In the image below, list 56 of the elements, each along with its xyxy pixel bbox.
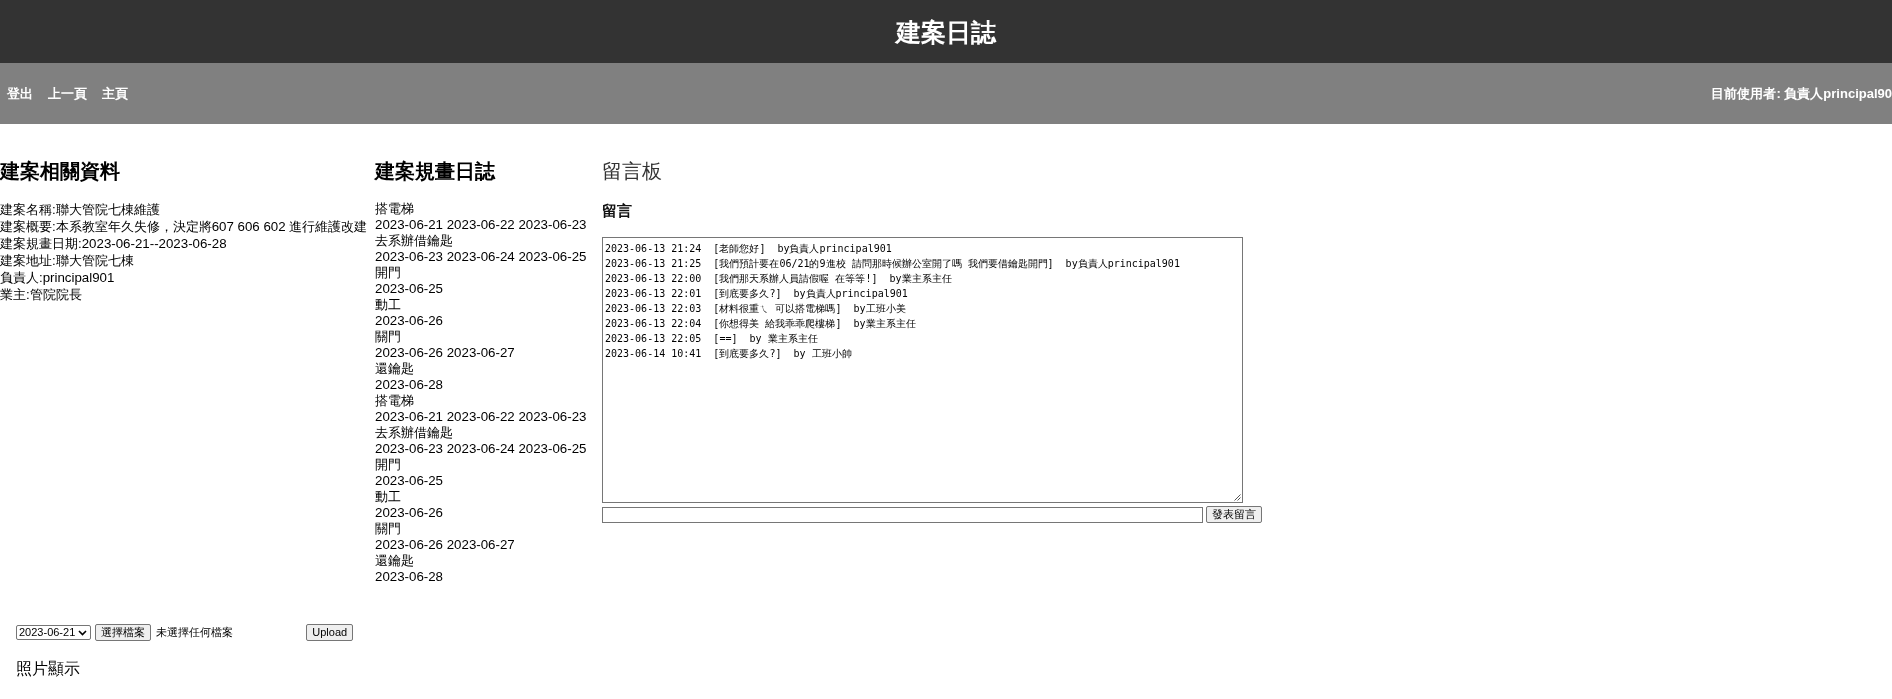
task-dates: 2023-06-25 (375, 473, 445, 489)
task-dates: 2023-06-25 (375, 281, 445, 297)
task-name: 還鑰匙 (375, 361, 415, 377)
task-name: 關門 (375, 329, 402, 345)
nav-link[interactable]: 登出 (7, 85, 33, 102)
task-name: 搭電梯 (375, 393, 415, 409)
photo-heading: 照片顯示 (16, 659, 81, 679)
message-line: 2023-06-13 21:24 [老師您好] by負責人principal901 (605, 242, 893, 256)
message-line: 2023-06-13 21:25 [我們預計要在06/21的9進校 請問那時候辦公室開了嗎 我們要借鑰匙開門] by負責人principal901 (605, 257, 1181, 271)
section-heading: 建案規畫日誌 (375, 159, 497, 183)
board-subheading: 留言 (602, 202, 633, 220)
choose-file-button[interactable]: 選擇檔案 (95, 624, 152, 641)
task-name: 動工 (375, 297, 402, 313)
board-heading: 留言板 (602, 159, 663, 183)
message-input[interactable] (602, 506, 1203, 523)
task-name: 去系辦借鑰匙 (375, 425, 454, 441)
message-line: 2023-06-13 22:01 [到底要多久?] by負責人principal901 (605, 287, 909, 301)
message-line: 2023-06-13 22:04 [你想得美 給我乖乖爬樓梯] by業主系主任 (605, 317, 917, 331)
nav-link[interactable]: 主頁 (102, 85, 128, 102)
task-dates: 2023-06-23 2023-06-24 2023-06-25 (375, 441, 588, 457)
message-line: 2023-06-13 22:05 [==] by 業主系主任 (605, 332, 819, 346)
info-line: 建案概要:本系教室年久失修，決定將607 606 602 進行維護改建 (0, 218, 369, 235)
task-name: 搭電梯 (375, 201, 415, 217)
nav-link[interactable]: 上一頁 (48, 85, 87, 102)
task-dates: 2023-06-26 2023-06-27 (375, 345, 516, 361)
task-dates: 2023-06-26 (375, 505, 445, 521)
upload-button[interactable]: Upload (306, 624, 354, 641)
message-line: 2023-06-14 10:41 [到底要多久?] by 工班小帥 (605, 347, 853, 361)
info-line: 建案規畫日期:2023-06-21--2023-06-28 (0, 235, 228, 252)
task-name: 去系辦借鑰匙 (375, 233, 454, 249)
post-message-button[interactable]: 發表留言 (1206, 506, 1262, 523)
task-name: 開門 (375, 265, 402, 281)
task-name: 動工 (375, 489, 402, 505)
task-name: 還鑰匙 (375, 553, 415, 569)
info-line: 建案名稱:聯大管院七棟維護 (0, 201, 161, 218)
resize-grip-icon (1233, 493, 1241, 501)
task-dates: 2023-06-28 (375, 569, 445, 585)
info-line: 負責人:principal901 (0, 269, 116, 286)
task-dates: 2023-06-28 (375, 377, 445, 393)
task-name: 開門 (375, 457, 402, 473)
task-name: 關門 (375, 521, 402, 537)
info-line: 建案地址:聯大管院七棟 (0, 252, 135, 269)
chevron-down-icon (78, 629, 88, 636)
date-select[interactable]: 2023-06-21 (16, 625, 92, 640)
page-title: 建案日誌 (896, 16, 996, 47)
task-dates: 2023-06-26 2023-06-27 (375, 537, 516, 553)
message-log[interactable] (602, 237, 1243, 503)
message-line: 2023-06-13 22:03 [材料很重ㄟ 可以搭電梯嗎] by工班小美 (605, 302, 907, 316)
task-dates: 2023-06-23 2023-06-24 2023-06-25 (375, 249, 588, 265)
task-dates: 2023-06-21 2023-06-22 2023-06-23 (375, 217, 588, 233)
info-line: 業主:管院院長 (0, 286, 83, 303)
message-line: 2023-06-13 22:00 [我們那天系辦人員請假喔 在等等!] by業主系主任 (605, 272, 953, 286)
file-status: 未選擇任何檔案 (156, 626, 234, 639)
task-dates: 2023-06-26 (375, 313, 445, 329)
task-dates: 2023-06-21 2023-06-22 2023-06-23 (375, 409, 588, 425)
current-user-label: 目前使用者: 負責人principal90 (1711, 85, 1892, 102)
